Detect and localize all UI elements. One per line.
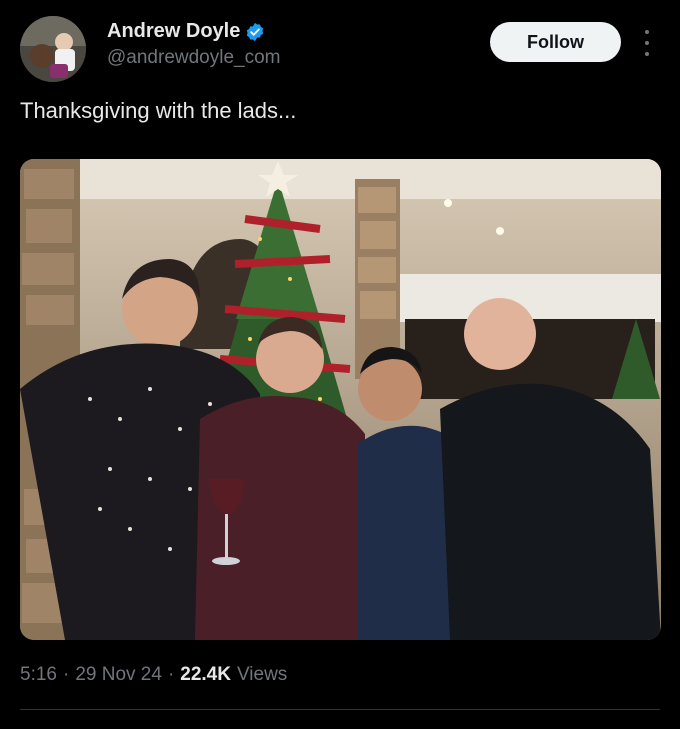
tweet-meta: 5:16 · 29 Nov 24 · 22.4K Views — [20, 664, 287, 686]
author-handle[interactable]: @andrewdoyle_com — [107, 47, 281, 69]
author-block: Andrew Doyle @andrewdoyle_com — [107, 20, 281, 69]
tweet-date[interactable]: 29 Nov 24 — [75, 664, 162, 686]
meta-separator: · — [62, 664, 70, 685]
tweet-photo[interactable] — [20, 159, 661, 640]
more-options-icon[interactable] — [640, 30, 654, 56]
tweet-text: Thanksgiving with the lads... — [20, 98, 297, 123]
views-label: Views — [236, 664, 288, 685]
divider — [20, 709, 660, 710]
tweet-time[interactable]: 5:16 — [20, 664, 57, 686]
meta-separator: · — [167, 664, 175, 685]
views-count: 22.4K — [180, 664, 231, 685]
follow-button[interactable]: Follow — [490, 22, 621, 62]
verified-badge-icon[interactable] — [245, 22, 265, 42]
avatar-image — [20, 16, 86, 82]
photo-image — [20, 159, 661, 640]
avatar[interactable] — [20, 16, 86, 82]
author-name[interactable]: Andrew Doyle — [107, 20, 240, 43]
